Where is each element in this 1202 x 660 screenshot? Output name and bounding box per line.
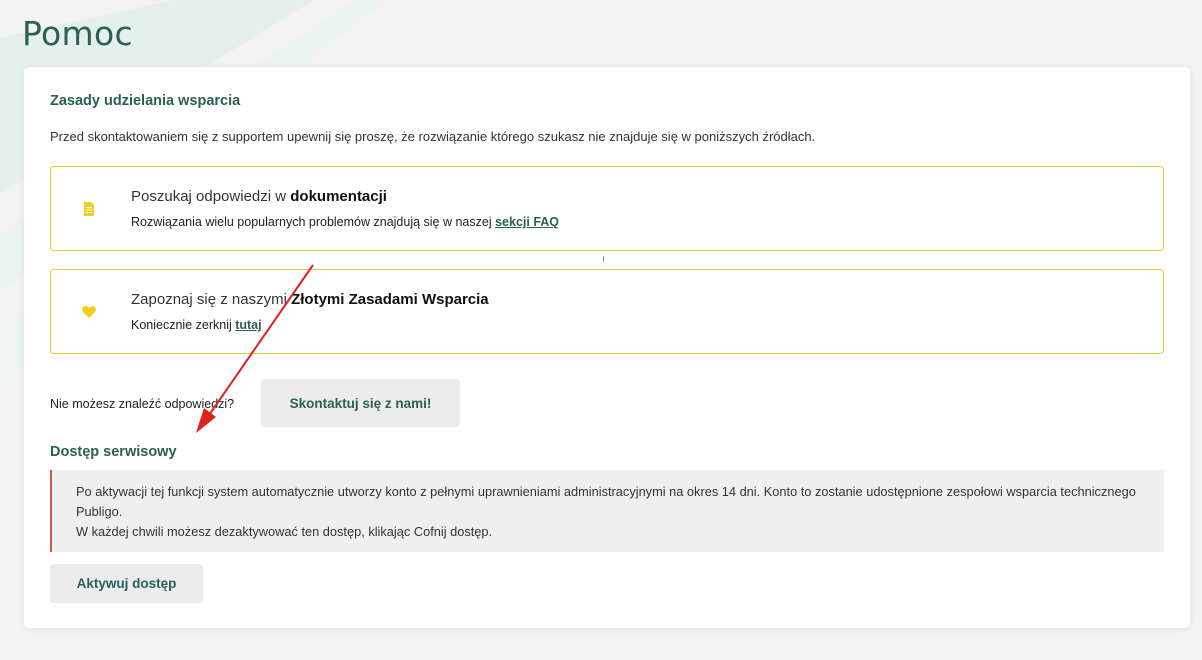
contact-question: Nie możesz znaleźć odpowiedzi?	[50, 397, 235, 411]
documentation-box: Poszukaj odpowiedzi w dokumentacji Rozwi…	[50, 166, 1164, 251]
help-card: Zasady udzielania wsparcia Przed skontak…	[24, 67, 1190, 628]
golden-rules-box-text: Koniecznie zerknij tutaj	[131, 318, 262, 332]
heart-icon	[82, 306, 96, 318]
page-title: Pomoc	[22, 14, 133, 53]
contact-us-button[interactable]: Skontaktuj się z nami!	[261, 379, 460, 427]
service-access-notice: Po aktywacji tej funkcji system automaty…	[50, 470, 1164, 552]
document-icon	[84, 202, 94, 216]
service-access-heading: Dostęp serwisowy	[50, 444, 177, 460]
activate-access-button[interactable]: Aktywuj dostęp	[50, 564, 203, 603]
support-rules-heading: Zasady udzielania wsparcia	[50, 93, 241, 109]
service-access-notice-line2: W każdej chwili możesz dezaktywować ten …	[76, 524, 493, 539]
documentation-box-title: Poszukaj odpowiedzi w dokumentacji	[131, 188, 387, 205]
divider-mark	[603, 256, 604, 262]
golden-rules-link[interactable]: tutaj	[235, 318, 261, 332]
support-rules-intro: Przed skontaktowaniem się z supportem up…	[50, 129, 816, 144]
golden-rules-box-title: Zapoznaj się z naszymi Złotymi Zasadami …	[131, 291, 489, 308]
service-access-notice-line1: Po aktywacji tej funkcji system automaty…	[76, 484, 1136, 519]
faq-link[interactable]: sekcji FAQ	[495, 215, 559, 229]
golden-rules-box: Zapoznaj się z naszymi Złotymi Zasadami …	[50, 269, 1164, 354]
documentation-box-text: Rozwiązania wielu popularnych problemów …	[131, 215, 560, 229]
